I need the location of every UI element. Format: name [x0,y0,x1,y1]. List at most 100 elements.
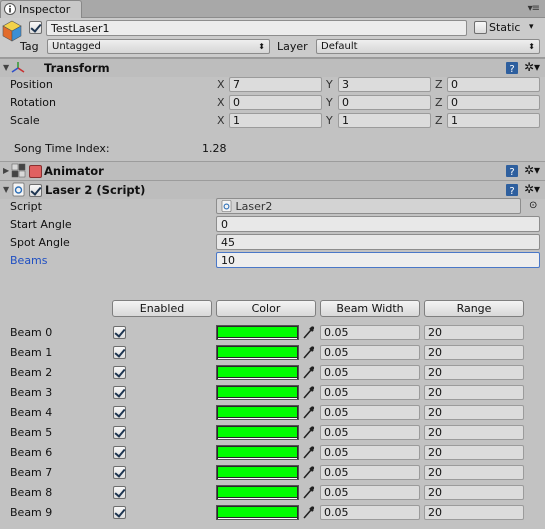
beam-color-field[interactable] [216,365,299,380]
active-checkbox[interactable] [29,21,42,34]
tag-dropdown[interactable]: Untagged ⬍ [47,39,270,54]
transform-header[interactable]: ▼ Transform ? ✲▾ [0,58,545,77]
settings-gear-icon[interactable]: ✲▾ [524,182,540,196]
transform-z-field[interactable]: 1 [447,113,540,128]
beam-enabled-checkbox[interactable] [113,426,126,439]
beam-color-field[interactable] [216,485,299,500]
beam-range-field[interactable]: 20 [424,465,524,480]
script-reference-field[interactable]: Laser2 [216,198,521,214]
gameobject-name-field[interactable]: TestLaser1 [46,20,467,36]
beam-color-field[interactable] [216,445,299,460]
beam-enabled-checkbox[interactable] [113,346,126,359]
beam-range-field[interactable]: 20 [424,485,524,500]
beam-enabled-checkbox[interactable] [113,486,126,499]
beam-width-field[interactable]: 0.05 [320,485,420,500]
beam-enabled-checkbox[interactable] [113,386,126,399]
eyedropper-icon[interactable] [302,465,315,480]
beam-color-field[interactable] [216,505,299,520]
axis-label-y[interactable]: Y [326,78,333,91]
beam-range-field[interactable]: 20 [424,405,524,420]
tab-inspector[interactable]: Inspector [0,0,82,18]
beams-field[interactable]: 10 [216,252,540,268]
beam-width-field[interactable]: 0.05 [320,385,420,400]
beam-width-field[interactable]: 0.05 [320,365,420,380]
beam-enabled-checkbox[interactable] [113,326,126,339]
transform-x-field[interactable]: 0 [229,95,322,110]
transform-x-field[interactable]: 7 [229,77,322,92]
beam-range-field[interactable]: 20 [424,445,524,460]
beam-enabled-checkbox[interactable] [113,446,126,459]
beam-color-field[interactable] [216,405,299,420]
script-enabled-checkbox[interactable] [29,184,42,197]
help-book-icon[interactable]: ? [505,164,519,178]
transform-z-field[interactable]: 0 [447,77,540,92]
eyedropper-icon[interactable] [302,505,315,520]
beam-color-field[interactable] [216,465,299,480]
beam-width-field[interactable]: 0.05 [320,425,420,440]
laser-script-header[interactable]: ▼ Laser 2 (Script) ? ✲▾ [0,180,545,199]
beam-range-field[interactable]: 20 [424,505,524,520]
beam-enabled-checkbox[interactable] [113,406,126,419]
eyedropper-icon[interactable] [302,325,315,340]
beam-color-field[interactable] [216,385,299,400]
column-header-enabled[interactable]: Enabled [112,300,212,317]
beam-width-field[interactable]: 0.05 [320,325,420,340]
static-dropdown-icon[interactable]: ▾ [529,22,534,32]
tab-menu-icon[interactable]: ▾≡ [528,3,540,14]
axis-label-x[interactable]: X [217,78,225,91]
foldout-expanded-icon[interactable]: ▼ [3,185,9,194]
beam-width-field[interactable]: 0.05 [320,445,420,460]
axis-label-x[interactable]: X [217,114,225,127]
settings-gear-icon[interactable]: ✲▾ [524,163,540,177]
beam-range-field[interactable]: 20 [424,385,524,400]
eyedropper-icon[interactable] [302,485,315,500]
object-picker-icon[interactable]: ⊙ [529,200,537,211]
beam-color-field[interactable] [216,325,299,340]
transform-y-field[interactable]: 1 [338,113,431,128]
column-header-beam-width[interactable]: Beam Width [320,300,420,317]
help-book-icon[interactable]: ? [505,183,519,197]
beam-width-field[interactable]: 0.05 [320,405,420,420]
eyedropper-icon[interactable] [302,365,315,380]
transform-x-field[interactable]: 1 [229,113,322,128]
beam-enabled-checkbox[interactable] [113,506,126,519]
beam-range-field[interactable]: 20 [424,425,524,440]
spot-angle-field[interactable]: 45 [216,234,540,250]
beam-range-field[interactable]: 20 [424,365,524,380]
settings-gear-icon[interactable]: ✲▾ [524,60,540,74]
axis-label-x[interactable]: X [217,96,225,109]
help-book-icon[interactable]: ? [505,61,519,75]
foldout-collapsed-icon[interactable]: ▶ [3,166,9,175]
foldout-expanded-icon[interactable]: ▼ [3,63,9,72]
transform-y-field[interactable]: 0 [338,95,431,110]
beam-enabled-checkbox[interactable] [113,466,126,479]
transform-z-field[interactable]: 0 [447,95,540,110]
column-header-range[interactable]: Range [424,300,524,317]
eyedropper-icon[interactable] [302,425,315,440]
animator-header[interactable]: ▶ Animator ? ✲▾ [0,161,545,180]
column-header-color[interactable]: Color [216,300,316,317]
axis-label-y[interactable]: Y [326,96,333,109]
beam-enabled-checkbox[interactable] [113,366,126,379]
static-checkbox[interactable] [474,21,487,34]
eyedropper-icon[interactable] [302,445,315,460]
axis-label-z[interactable]: Z [435,96,443,109]
layer-dropdown[interactable]: Default ⬍ [316,39,540,54]
axis-label-z[interactable]: Z [435,114,443,127]
animator-enabled-toggle[interactable] [29,165,42,178]
start-angle-field[interactable]: 0 [216,216,540,232]
beam-color-field[interactable] [216,345,299,360]
tab-bar: Inspector ▾≡ [0,0,545,18]
beam-range-field[interactable]: 20 [424,325,524,340]
beam-color-field[interactable] [216,425,299,440]
beam-range-field[interactable]: 20 [424,345,524,360]
beam-width-field[interactable]: 0.05 [320,465,420,480]
axis-label-z[interactable]: Z [435,78,443,91]
eyedropper-icon[interactable] [302,385,315,400]
transform-y-field[interactable]: 3 [338,77,431,92]
eyedropper-icon[interactable] [302,405,315,420]
axis-label-y[interactable]: Y [326,114,333,127]
beam-width-field[interactable]: 0.05 [320,345,420,360]
beam-width-field[interactable]: 0.05 [320,505,420,520]
eyedropper-icon[interactable] [302,345,315,360]
